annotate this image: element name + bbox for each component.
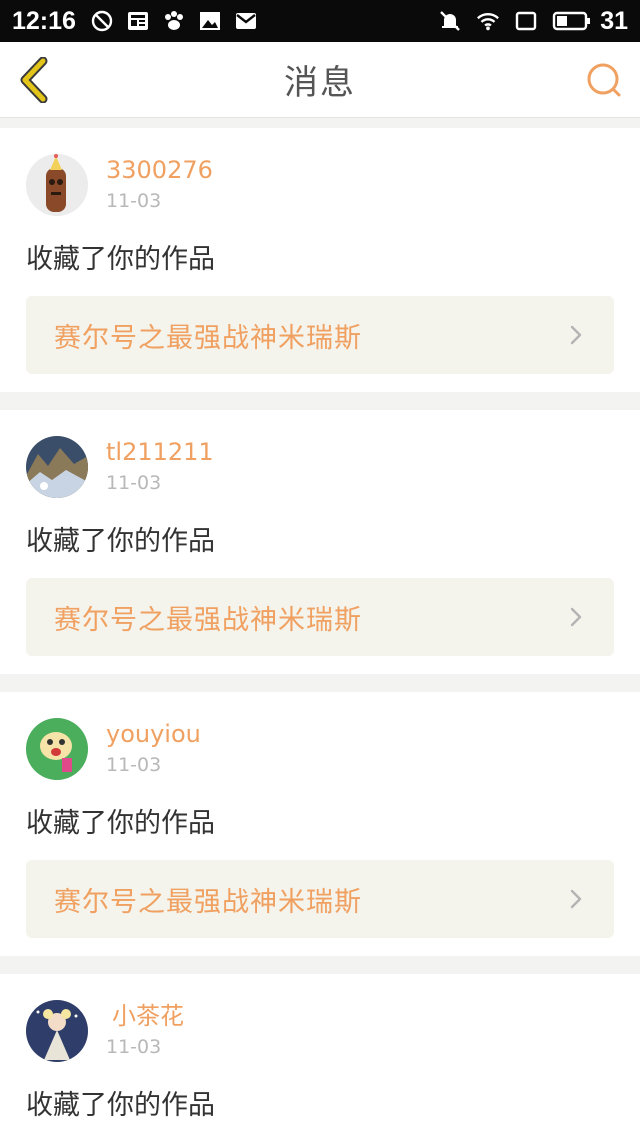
- work-title: 赛尔号之最强战神米瑞斯: [54, 886, 362, 918]
- battery-icon: [552, 9, 592, 33]
- avatar[interactable]: [26, 1000, 88, 1062]
- news-icon: [126, 9, 150, 33]
- avatar[interactable]: [26, 718, 88, 780]
- work-link[interactable]: 赛尔号之最强战神米瑞斯: [26, 860, 614, 938]
- action-text: 收藏了你的作品: [26, 526, 215, 557]
- paw-icon: [162, 9, 186, 33]
- search-button[interactable]: [582, 58, 626, 102]
- message-date: 11-03: [106, 190, 162, 212]
- chevron-left-icon: [20, 57, 48, 103]
- chevron-right-icon: [566, 321, 586, 349]
- image-icon: [198, 9, 222, 33]
- action-text: 收藏了你的作品: [26, 808, 215, 839]
- chevron-right-icon: [566, 603, 586, 631]
- chevron-right-icon: [566, 885, 586, 913]
- message-card: 小茶花 11-03 收藏了你的作品: [0, 974, 640, 1138]
- alarm-off-icon: [90, 9, 114, 33]
- avatar-image: [26, 436, 88, 498]
- work-link[interactable]: 赛尔号之最强战神米瑞斯: [26, 578, 614, 656]
- square-icon: [514, 9, 538, 33]
- status-time: 12:16: [12, 6, 76, 35]
- top-nav-bar: 消息: [0, 42, 640, 118]
- avatar[interactable]: [26, 154, 88, 216]
- back-button[interactable]: [14, 56, 54, 104]
- avatar-image: [26, 154, 88, 216]
- username[interactable]: 小茶花: [106, 1001, 190, 1031]
- wifi-icon: [476, 9, 500, 33]
- username[interactable]: youyiou: [106, 719, 201, 749]
- message-date: 11-03: [106, 472, 162, 494]
- message-list: 3300276 11-03 收藏了你的作品 赛尔号之最强战神米瑞斯 tl2112…: [0, 118, 640, 1138]
- action-text: 收藏了你的作品: [26, 244, 215, 275]
- avatar[interactable]: [26, 436, 88, 498]
- message-date: 11-03: [106, 1036, 162, 1058]
- page-title: 消息: [284, 63, 356, 103]
- message-card: tl211211 11-03 收藏了你的作品 赛尔号之最强战神米瑞斯: [0, 410, 640, 674]
- battery-percent: 31: [600, 6, 628, 35]
- work-link[interactable]: 赛尔号之最强战神米瑞斯: [26, 296, 614, 374]
- avatar-image: [26, 718, 88, 780]
- action-text: 收藏了你的作品: [26, 1090, 215, 1121]
- work-title: 赛尔号之最强战神米瑞斯: [54, 604, 362, 636]
- mail-icon: [234, 9, 258, 33]
- bell-muted-icon: [438, 9, 462, 33]
- message-date: 11-03: [106, 754, 162, 776]
- avatar-image: [26, 1000, 88, 1062]
- status-bar: 12:16 31: [0, 0, 640, 42]
- username[interactable]: tl211211: [106, 437, 214, 467]
- username[interactable]: 3300276: [106, 155, 213, 185]
- message-card: 3300276 11-03 收藏了你的作品 赛尔号之最强战神米瑞斯: [0, 128, 640, 392]
- message-card: youyiou 11-03 收藏了你的作品 赛尔号之最强战神米瑞斯: [0, 692, 640, 956]
- search-icon: [587, 63, 621, 97]
- work-title: 赛尔号之最强战神米瑞斯: [54, 322, 362, 354]
